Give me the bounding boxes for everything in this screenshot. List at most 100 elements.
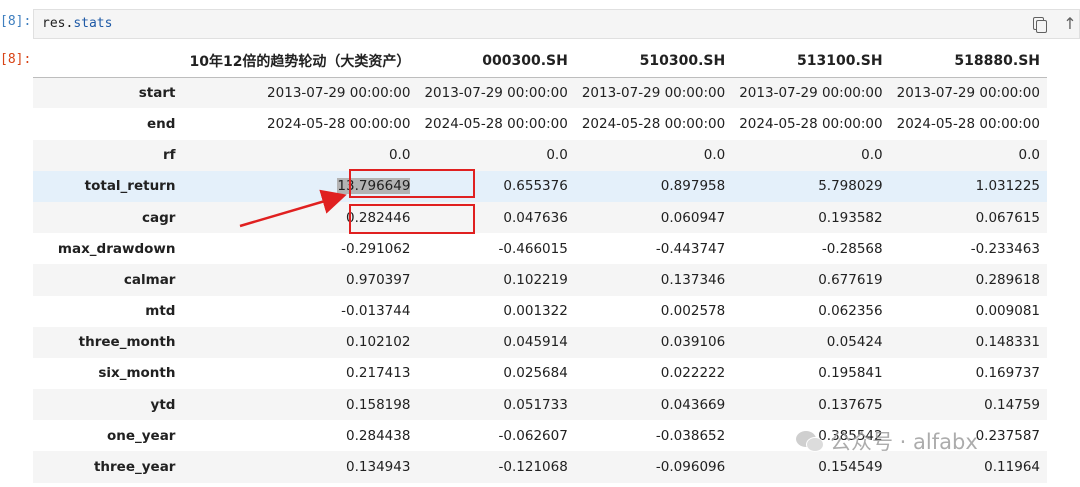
table-cell: 0.002578 [660,303,726,320]
table-cell: 0.195841 [818,365,883,382]
table-cell: 0.970397 [346,271,411,288]
table-cell: 0.289618 [975,271,1040,288]
table-row: rf 0.0 0.0 0.0 0.0 0.0 [33,139,1047,171]
table-cell: -0.443747 [655,240,726,257]
wechat-icon [796,427,824,455]
table-cell: -0.28568 [821,240,883,257]
table-cell: 0.284438 [346,427,411,444]
table-cell: 2024-05-28 00:00:00 [739,115,883,132]
table-row: max_drawdown -0.291062 -0.466015 -0.443747 -… [33,233,1047,264]
table-cell: 0.14759 [984,396,1040,413]
code-object: res [42,16,66,31]
code-line[interactable]: res.stats [42,16,112,31]
table-row: start 2013-07-29 00:00:00 2013-07-29 00:00… [33,77,1047,109]
row-label: total_return [84,178,176,195]
table-cell: -0.038652 [655,427,726,444]
table-cell: -0.121068 [498,459,568,476]
table-row: calmar 0.970397 0.102219 0.137346 0.677619 0.… [33,264,1047,296]
column-header: 510300.SH [574,46,733,78]
table-cell: 2024-05-28 00:00:00 [581,115,726,132]
row-label: ytd [150,396,176,413]
row-label: end [147,115,176,132]
table-cell: 0.137675 [818,396,883,413]
row-label: three_month [78,334,176,351]
table-cell: 5.798029 [818,178,883,195]
table-cell: -0.013744 [341,303,411,320]
table-cell: 2013-07-29 00:00:00 [739,85,883,102]
input-cell[interactable]: [8]: res.stats ↑ [0,0,1080,48]
column-header: 000300.SH [417,46,575,78]
output-prompt: [8]: [0,52,32,67]
table-cell: 0.677619 [818,271,883,288]
stats-table: 10年12倍的趋势轮动（大类资产） 000300.SH 510300.SH 51… [33,46,1047,483]
code-editor[interactable]: res.stats ↑ [33,9,1080,39]
table-cell: 0.169737 [975,365,1040,382]
watermark-text: 公众号 · alfabx [830,430,978,454]
column-header: 518880.SH [889,46,1047,78]
table-row: three_year 0.134943 -0.121068 -0.096096 0.15… [33,451,1047,483]
table-cell: 0.0 [1018,147,1040,164]
table-cell: -0.233463 [970,240,1040,257]
table-cell: 0.0 [546,147,568,164]
row-label: start [138,85,176,102]
row-label: three_year [93,459,176,476]
watermark: 公众号 · alfabx [796,426,978,456]
table-row: ytd 0.158198 0.051733 0.043669 0.137675 0.147… [33,389,1047,421]
table-cell: -0.096096 [655,459,726,476]
table-cell: 0.193582 [818,209,883,226]
input-prompt: [8]: [0,14,32,29]
table-cell: 2024-05-28 00:00:00 [424,115,568,132]
table-row: mtd -0.013744 0.001322 0.002578 0.062356 0.00… [33,296,1047,327]
column-header: 513100.SH [732,46,890,78]
table-cell: 0.039106 [660,334,726,351]
header-row: 10年12倍的趋势轮动（大类资产） 000300.SH 510300.SH 51… [33,46,1047,78]
highlight-box-total-return [349,169,475,198]
table-cell: 0.0 [861,147,883,164]
table-cell: 0.217413 [346,365,411,382]
table-cell: 0.11964 [984,459,1040,476]
table-cell: -0.466015 [498,240,568,257]
table-cell: 0.154549 [818,459,883,476]
table-cell: 0.062356 [818,303,883,320]
table-cell: 0.05424 [826,334,883,351]
table-row: total_return 13.796649 0.655376 0.897958 5.7… [33,170,1047,202]
table-cell: 2013-07-29 00:00:00 [267,85,411,102]
table-cell: -0.291062 [341,240,411,257]
table-row: end 2024-05-28 00:00:00 2024-05-28 00:00:0… [33,108,1047,139]
row-label: one_year [106,427,176,444]
row-label: calmar [123,271,176,288]
table-cell: 0.102219 [503,271,568,288]
table-cell: 0.0 [388,147,411,164]
table-row: three_month 0.102102 0.045914 0.039106 0.054… [33,326,1047,358]
column-header: 10年12倍的趋势轮动（大类资产） [182,46,418,78]
table-cell: 2013-07-29 00:00:00 [424,85,568,102]
table-cell: 0.060947 [660,209,726,226]
table-cell: 0.025684 [503,365,568,382]
table-cell: 0.067615 [975,209,1040,226]
table-cell: 0.134943 [346,459,411,476]
table-cell: 0.148331 [975,334,1040,351]
index-header [33,46,183,78]
table-cell: 2024-05-28 00:00:00 [896,115,1040,132]
table-cell: 0.051733 [503,396,568,413]
copy-icon[interactable] [1029,15,1047,33]
table-cell: 1.031225 [975,178,1040,195]
table-cell: 0.102102 [346,334,411,351]
code-attribute: stats [73,16,113,31]
table-row: cagr 0.282446 0.047636 0.060947 0.193582 0.06… [33,201,1047,234]
table-cell: 0.009081 [975,303,1040,320]
table-cell: 0.001322 [503,303,568,320]
table-cell: 0.897958 [660,178,726,195]
highlight-box-cagr [349,204,475,234]
row-label: mtd [145,303,176,320]
row-label: cagr [142,209,176,226]
table-cell: 0.137346 [660,271,726,288]
table-cell: 2024-05-28 00:00:00 [267,115,411,132]
arrow-up-icon[interactable]: ↑ [1061,15,1079,33]
table-cell: 2013-07-29 00:00:00 [896,85,1040,102]
table-cell: 0.158198 [346,396,411,413]
table-cell: 0.043669 [660,396,726,413]
table-cell: 0.0 [703,147,726,164]
table-cell: 2013-07-29 00:00:00 [581,85,726,102]
table-row: six_month 0.217413 0.025684 0.022222 0.19584… [33,358,1047,389]
